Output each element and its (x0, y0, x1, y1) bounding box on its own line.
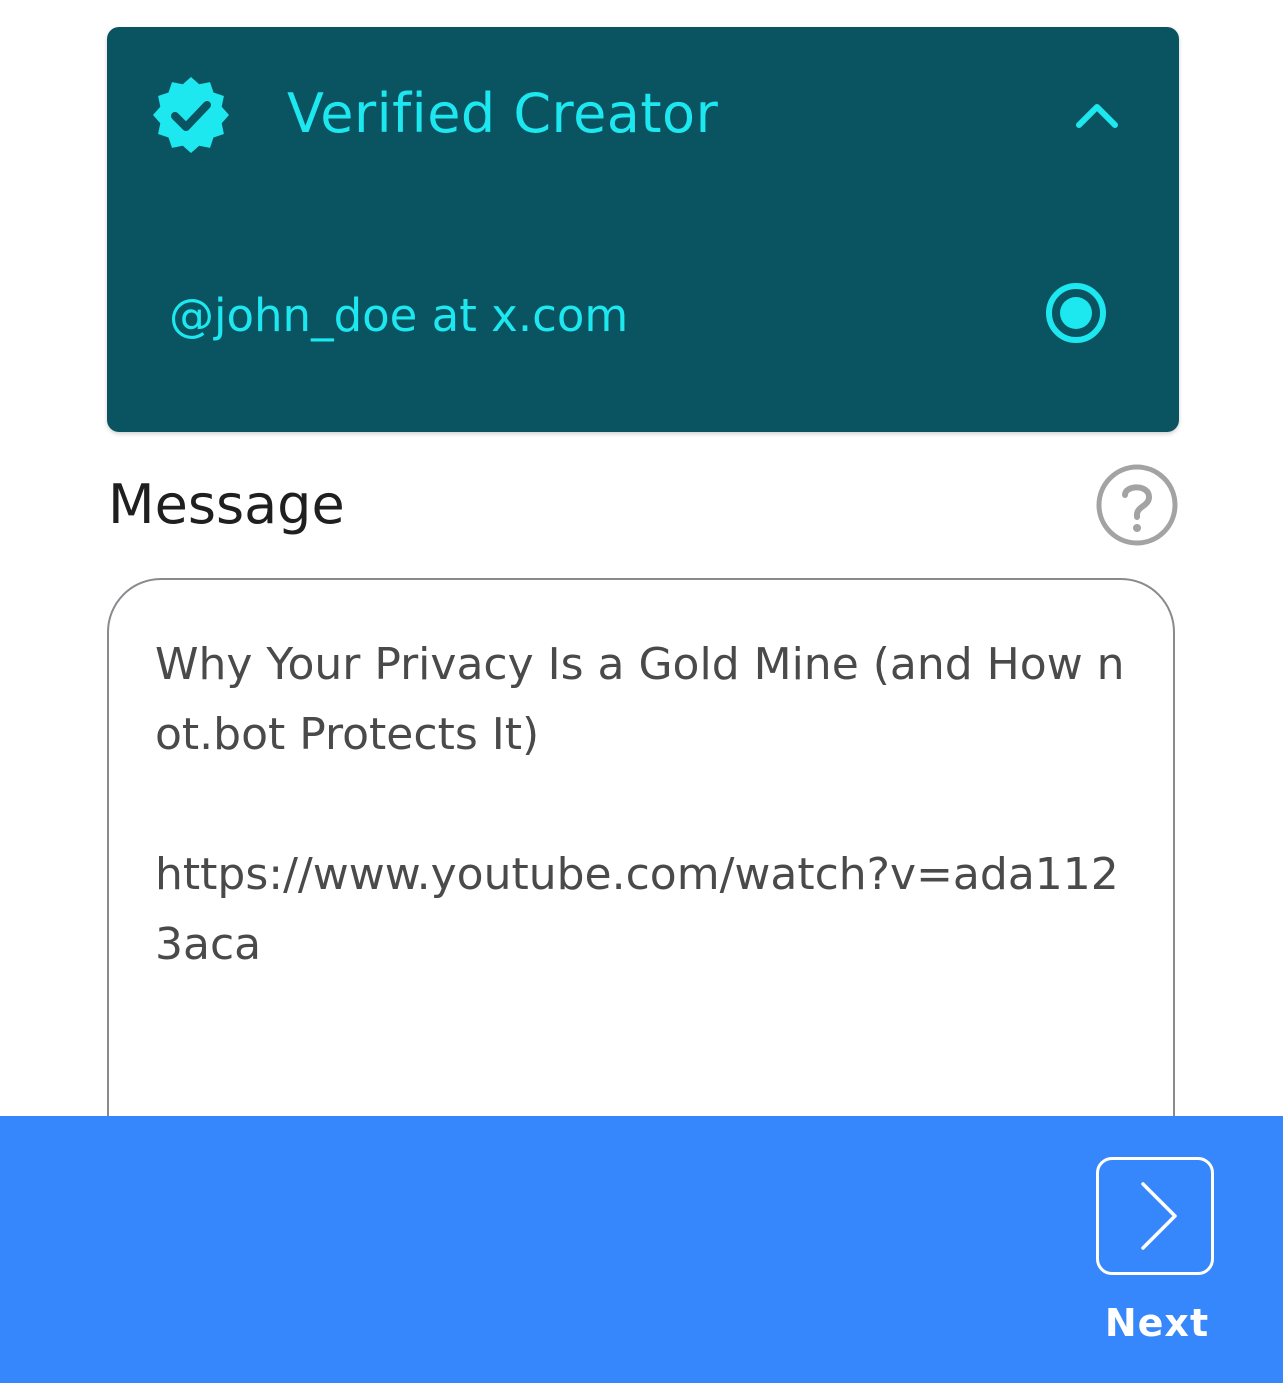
next-label: Next (1104, 1301, 1210, 1345)
next-button-frame[interactable] (1096, 1157, 1214, 1275)
chevron-up-icon[interactable] (1071, 89, 1123, 141)
account-option[interactable]: @john_doe at x.com (107, 277, 1179, 355)
verified-creator-card: Verified Creator @john_doe at x.com (107, 27, 1179, 432)
account-label: @john_doe at x.com (169, 289, 629, 342)
card-title: Verified Creator (287, 82, 719, 145)
verified-creator-toggle[interactable]: Verified Creator (107, 27, 1179, 202)
radio-selected-icon[interactable] (1043, 280, 1109, 346)
verified-badge-icon (153, 77, 229, 153)
message-label: Message (108, 473, 345, 536)
next-button[interactable]: Next (1090, 1153, 1224, 1353)
question-circle-icon[interactable] (1094, 462, 1180, 548)
chevron-right-icon (1141, 1182, 1177, 1250)
